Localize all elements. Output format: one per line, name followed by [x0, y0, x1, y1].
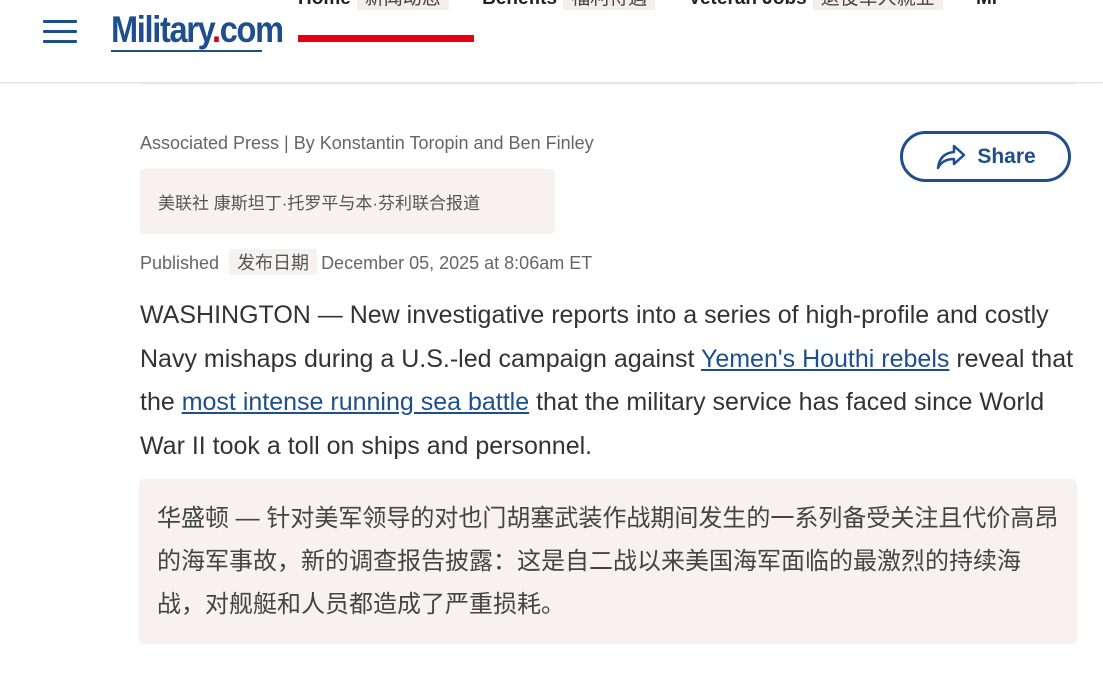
share-button[interactable]: Share — [900, 131, 1071, 182]
nav-item-translation: 福利待遇 — [563, 0, 656, 10]
article-paragraph: WASHINGTON — New investigative reports i… — [140, 294, 1077, 468]
logo-text-main: Military — [111, 9, 213, 50]
nav-item-label: Mi — [976, 0, 997, 9]
nav-item-benefits[interactable]: Benefits 福利待遇 — [482, 0, 656, 10]
sea-battle-link[interactable]: most intense running sea battle — [182, 388, 529, 416]
site-header: Military.com Home 新闻动态 Benefits 福利待遇 Veter… — [0, 0, 1103, 83]
nav-item-translation: 新闻动态 — [356, 0, 449, 10]
published-line: Published 发布日期 December 05, 2025 at 8:06am… — [140, 249, 592, 275]
published-label: Published — [140, 253, 220, 273]
nav-item-label: Home — [298, 0, 351, 9]
nav-item-home[interactable]: Home 新闻动态 — [298, 0, 449, 10]
top-nav: Home 新闻动态 Benefits 福利待遇 Veteran Jobs 退役军人就业… — [298, 0, 1025, 10]
logo-text-tld: com — [219, 9, 284, 50]
menu-icon[interactable] — [43, 20, 77, 44]
nav-active-indicator — [298, 35, 474, 42]
published-label-translation: 发布日期 — [229, 249, 318, 275]
logo-dot: . — [212, 9, 221, 50]
site-logo[interactable]: Military.com — [111, 9, 284, 50]
nav-item-label: Veteran Jobs — [688, 0, 806, 9]
nav-item-veteran-jobs[interactable]: Veteran Jobs 退役军人就业 — [688, 0, 943, 10]
nav-item-translation: 退役军人就业 — [812, 0, 943, 10]
share-arrow-icon — [937, 144, 966, 169]
share-label: Share — [977, 144, 1036, 168]
logo-underline — [111, 50, 262, 52]
header-divider — [140, 83, 1077, 84]
nav-item-label: Benefits — [482, 0, 557, 9]
nav-item-more[interactable]: Mi — [976, 0, 997, 10]
houthi-rebels-link[interactable]: Yemen's Houthi rebels — [701, 345, 949, 373]
article-byline: Associated Press | By Konstantin Toropin… — [140, 133, 594, 153]
published-date: December 05, 2025 at 8:06am ET — [321, 253, 593, 273]
byline-translation: 美联社 康斯坦丁·托罗平与本·芬利联合报道 — [140, 169, 555, 234]
paragraph-translation: 华盛顿 — 针对美军领导的对也门胡塞武装作战期间发生的一系列备受关注且代价高昂的… — [139, 479, 1077, 644]
